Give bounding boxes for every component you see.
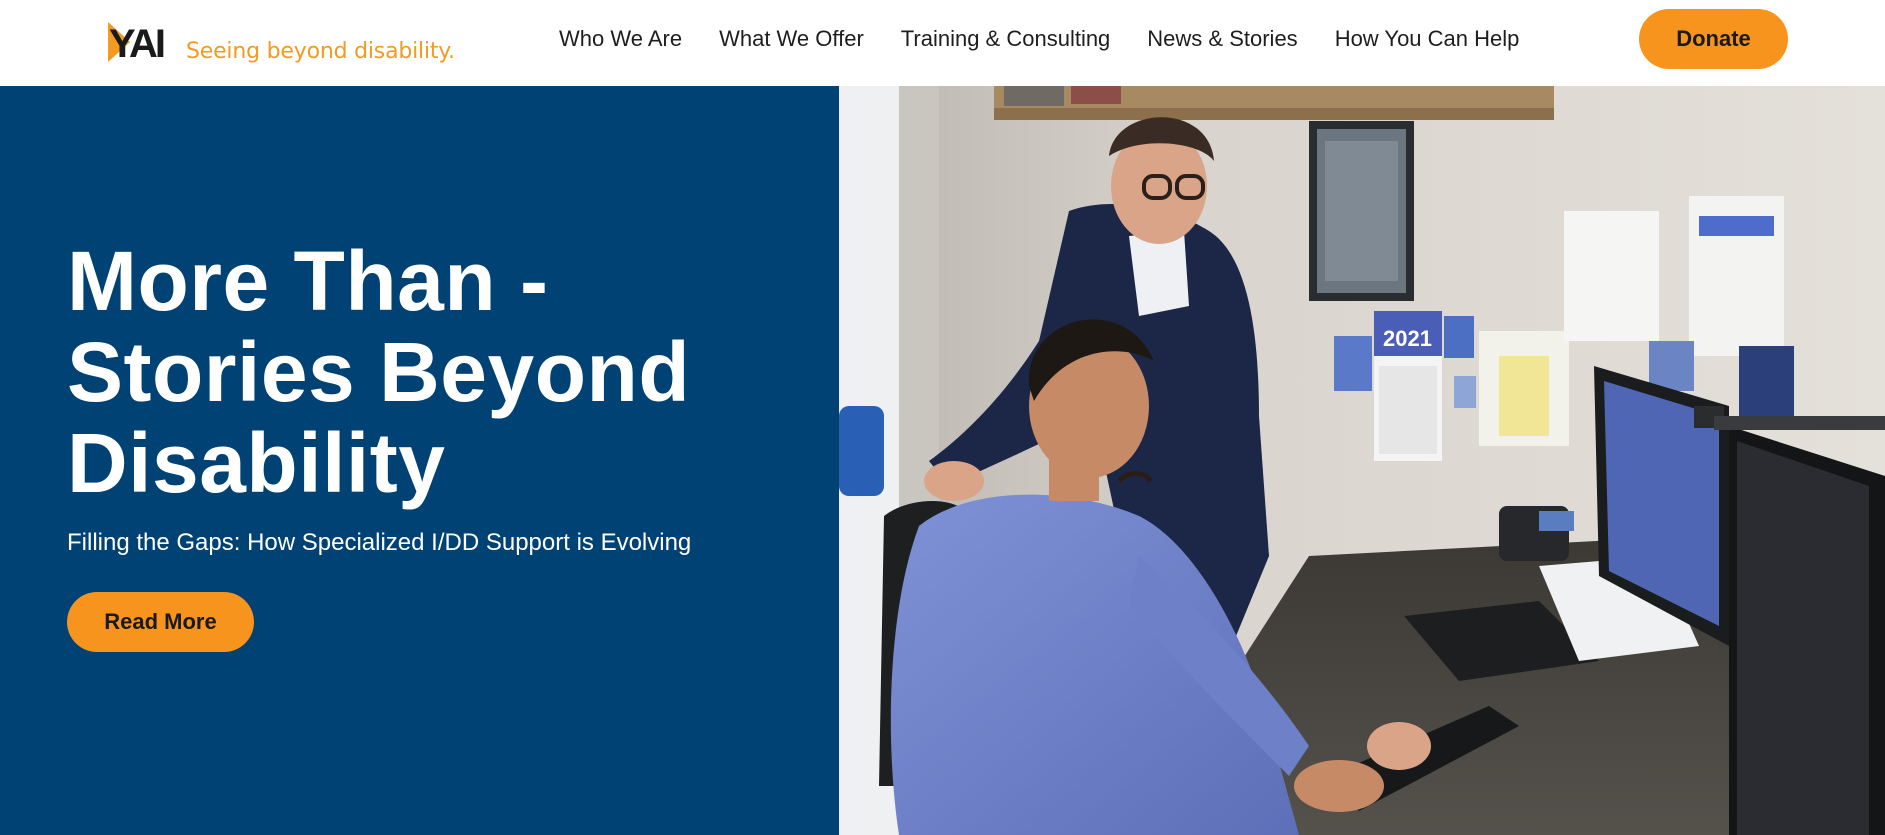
office-scene-illustration: 2021 bbox=[839, 86, 1885, 835]
nav-item-news-stories[interactable]: News & Stories bbox=[1147, 24, 1297, 54]
hero-section: More Than - Stories Beyond Disability Fi… bbox=[0, 86, 1885, 835]
donate-button[interactable]: Donate bbox=[1639, 9, 1788, 69]
nav-item-how-you-can-help[interactable]: How You Can Help bbox=[1335, 24, 1520, 54]
site-header: YAI Seeing beyond disability. Who We Are… bbox=[0, 0, 1885, 86]
hero-text-panel: More Than - Stories Beyond Disability Fi… bbox=[0, 86, 839, 835]
svg-text:2021: 2021 bbox=[1383, 326, 1432, 351]
hero-subtitle: Filling the Gaps: How Specialized I/DD S… bbox=[67, 529, 692, 556]
main-nav: Who We Are What We Offer Training & Cons… bbox=[559, 24, 1519, 54]
hero-photo: 2021 bbox=[839, 86, 1885, 835]
yai-logo-mark: YAI bbox=[106, 18, 178, 64]
read-more-button[interactable]: Read More bbox=[67, 592, 254, 652]
nav-item-what-we-offer[interactable]: What We Offer bbox=[719, 24, 864, 54]
hero-title: More Than - Stories Beyond Disability bbox=[67, 234, 691, 510]
nav-item-who-we-are[interactable]: Who We Are bbox=[559, 24, 682, 54]
yai-logo[interactable]: YAI Seeing beyond disability. bbox=[106, 16, 455, 64]
svg-text:YAI: YAI bbox=[109, 22, 164, 64]
nav-item-training-consulting[interactable]: Training & Consulting bbox=[901, 24, 1111, 54]
logo-tagline: Seeing beyond disability. bbox=[186, 39, 455, 64]
